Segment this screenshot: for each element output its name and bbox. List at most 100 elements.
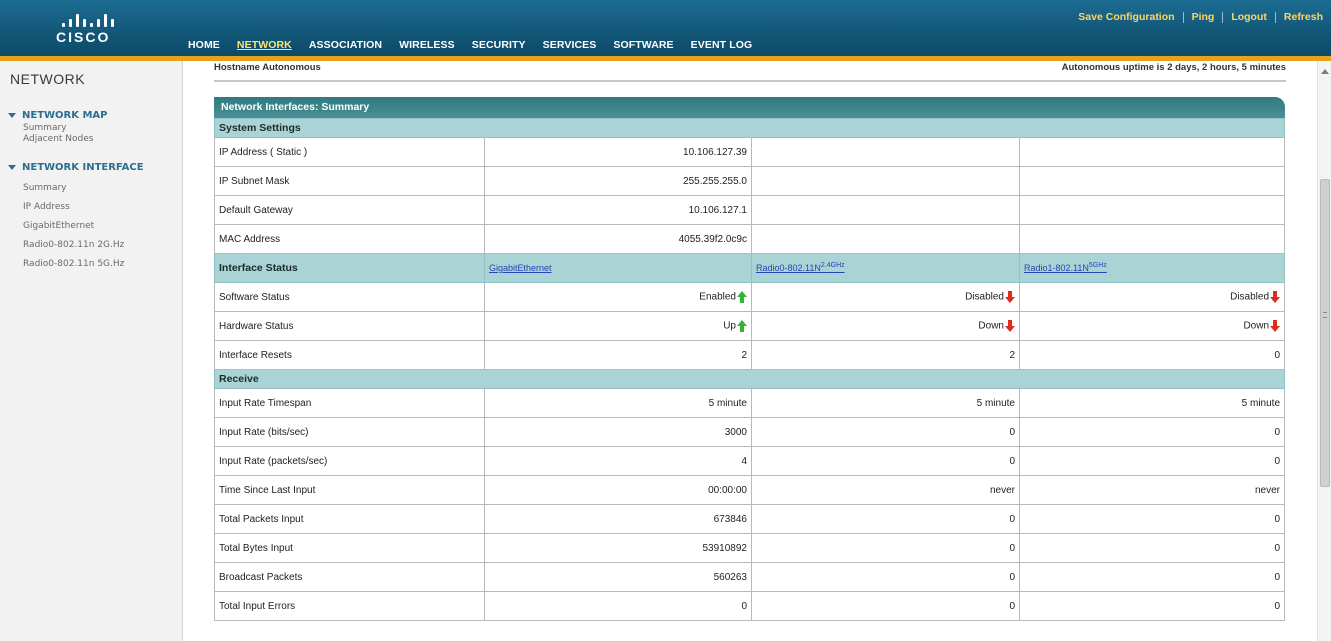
row-label: Hardware Status bbox=[214, 311, 485, 341]
sidebar-item-ip-address[interactable]: IP Address bbox=[23, 198, 144, 217]
table-row: Input Rate Timespan 5 minute 5 minute 5 … bbox=[214, 388, 1286, 418]
sidebar-group-header[interactable]: NETWORK INTERFACE bbox=[8, 162, 144, 173]
scrollbar-thumb[interactable] bbox=[1320, 179, 1330, 487]
sidebar-item-network-map-summary[interactable]: Summary bbox=[23, 123, 108, 134]
hostname-label-group: Hostname Autonomous bbox=[214, 62, 321, 73]
row-value: 5 minute bbox=[484, 388, 752, 418]
row-value: 5 minute bbox=[751, 388, 1020, 418]
sidebar-group-network-map: NETWORK MAP Summary Adjacent Nodes bbox=[8, 110, 108, 145]
sidebar-item-gigabitethernet[interactable]: GigabitEthernet bbox=[23, 217, 144, 236]
nav-security[interactable]: SECURITY bbox=[472, 39, 526, 51]
sidebar-item-adjacent-nodes[interactable]: Adjacent Nodes bbox=[23, 134, 108, 145]
row-value: 0 bbox=[1018, 417, 1286, 447]
row-value: 4055.39f2.0c9c bbox=[484, 224, 752, 254]
refresh-link[interactable]: Refresh bbox=[1276, 11, 1331, 23]
row-value: 0 bbox=[1018, 504, 1286, 534]
row-label: Total Bytes Input bbox=[214, 533, 485, 563]
cisco-logo-text: cisco bbox=[56, 29, 111, 45]
section-header-interface-status: Interface Status GigabitEthernet Radio0-… bbox=[214, 253, 1286, 283]
nav-association[interactable]: ASSOCIATION bbox=[309, 39, 382, 51]
green-up-arrow-icon bbox=[737, 291, 747, 303]
gigabitethernet-link[interactable]: GigabitEthernet bbox=[489, 263, 552, 273]
status-cell: Down bbox=[1018, 311, 1286, 341]
row-value: 0 bbox=[751, 446, 1020, 476]
row-label: Total Input Errors bbox=[214, 591, 485, 621]
red-down-arrow-icon bbox=[1270, 291, 1281, 303]
nav-wireless[interactable]: WIRELESS bbox=[399, 39, 455, 51]
row-label: Total Packets Input bbox=[214, 504, 485, 534]
panel-header: Network Interfaces: Summary bbox=[214, 97, 1285, 118]
sidebar-title: NETWORK bbox=[10, 71, 86, 87]
interfaces-summary-table: System Settings IP Address ( Static ) 10… bbox=[213, 118, 1286, 621]
row-label: IP Address ( Static ) bbox=[214, 137, 485, 167]
vertical-scrollbar[interactable] bbox=[1317, 61, 1331, 641]
uptime-text: Autonomous uptime is 2 days, 2 hours, 5 … bbox=[1061, 62, 1286, 73]
nav-event-log[interactable]: EVENT LOG bbox=[691, 39, 753, 51]
table-row: Interface Resets 2 2 0 bbox=[214, 340, 1286, 370]
row-value: 2 bbox=[484, 340, 752, 370]
red-down-arrow-icon bbox=[1005, 320, 1015, 332]
nav-services[interactable]: SERVICES bbox=[543, 39, 597, 51]
sidebar-item-radio0-2g[interactable]: Radio0-802.11n 2G.Hz bbox=[23, 236, 144, 255]
ping-link[interactable]: Ping bbox=[1184, 11, 1223, 23]
row-value: 2 bbox=[751, 340, 1020, 370]
row-value: 3000 bbox=[484, 417, 752, 447]
red-down-arrow-icon bbox=[1270, 320, 1281, 332]
band-superscript: 5GHz bbox=[1088, 262, 1107, 269]
row-label: Input Rate (packets/sec) bbox=[214, 446, 485, 476]
empty-cell bbox=[751, 166, 1020, 196]
divider bbox=[214, 80, 1286, 82]
status-cell: Disabled bbox=[751, 282, 1020, 312]
table-row: Total Packets Input 673846 0 0 bbox=[214, 504, 1286, 534]
empty-cell bbox=[1018, 137, 1286, 167]
table-row: IP Subnet Mask 255.255.255.0 bbox=[214, 166, 1286, 196]
logout-link[interactable]: Logout bbox=[1223, 11, 1275, 23]
column-radio0: Radio0-802.11N2.4GHz bbox=[751, 253, 1020, 283]
sidebar-item-radio0-5g[interactable]: Radio0-802.11n 5G.Hz bbox=[23, 255, 144, 274]
radio1-link[interactable]: Radio1-802.11N5GHz bbox=[1024, 262, 1107, 273]
row-value: 673846 bbox=[484, 504, 752, 534]
nav-home[interactable]: HOME bbox=[188, 39, 220, 51]
row-label: IP Subnet Mask bbox=[214, 166, 485, 196]
table-row: Broadcast Packets 560263 0 0 bbox=[214, 562, 1286, 592]
sidebar-group-label: NETWORK INTERFACE bbox=[22, 162, 144, 173]
empty-cell bbox=[1018, 224, 1286, 254]
empty-cell bbox=[751, 224, 1020, 254]
table-row: Software Status Enabled Disabled Disable… bbox=[214, 282, 1286, 312]
table-row: Default Gateway 10.106.127.1 bbox=[214, 195, 1286, 225]
row-value: 0 bbox=[1018, 562, 1286, 592]
hostname-label: Hostname bbox=[214, 62, 260, 73]
cisco-bars-icon bbox=[62, 13, 118, 27]
table-row: Hardware Status Up Down Down bbox=[214, 311, 1286, 341]
row-value: 0 bbox=[1018, 533, 1286, 563]
row-label: Broadcast Packets bbox=[214, 562, 485, 592]
empty-cell bbox=[1018, 195, 1286, 225]
hostname-bar: Hostname Autonomous Autonomous uptime is… bbox=[214, 61, 1286, 77]
row-value: 0 bbox=[751, 417, 1020, 447]
cisco-logo[interactable]: cisco bbox=[44, 13, 134, 47]
scroll-up-arrow-icon[interactable] bbox=[1321, 69, 1329, 74]
save-configuration-link[interactable]: Save Configuration bbox=[1070, 11, 1182, 23]
table-row: Total Bytes Input 53910892 0 0 bbox=[214, 533, 1286, 563]
row-value: 10.106.127.39 bbox=[484, 137, 752, 167]
nav-network[interactable]: NETWORK bbox=[237, 39, 292, 51]
row-label: MAC Address bbox=[214, 224, 485, 254]
table-row: Total Input Errors 0 0 0 bbox=[214, 591, 1286, 621]
row-label: Input Rate (bits/sec) bbox=[214, 417, 485, 447]
nav-software[interactable]: SOFTWARE bbox=[613, 39, 673, 51]
top-header-bar: cisco Save Configuration Ping Logout Ref… bbox=[0, 0, 1331, 56]
column-radio1: Radio1-802.11N5GHz bbox=[1018, 253, 1286, 283]
sidebar: NETWORK NETWORK MAP Summary Adjacent Nod… bbox=[0, 61, 183, 641]
main-nav: HOME NETWORK ASSOCIATION WIRELESS SECURI… bbox=[188, 39, 769, 51]
grip-icon bbox=[1323, 312, 1327, 318]
sidebar-group-label: NETWORK MAP bbox=[22, 110, 108, 121]
section-header-system-settings: System Settings bbox=[213, 118, 1286, 138]
row-value: 53910892 bbox=[484, 533, 752, 563]
row-value: 4 bbox=[484, 446, 752, 476]
status-cell: Down bbox=[751, 311, 1020, 341]
sidebar-item-interface-summary[interactable]: Summary bbox=[23, 179, 144, 198]
green-up-arrow-icon bbox=[737, 320, 747, 332]
radio0-link[interactable]: Radio0-802.11N2.4GHz bbox=[756, 262, 845, 273]
sidebar-group-header[interactable]: NETWORK MAP bbox=[8, 110, 108, 121]
row-value: 255.255.255.0 bbox=[484, 166, 752, 196]
